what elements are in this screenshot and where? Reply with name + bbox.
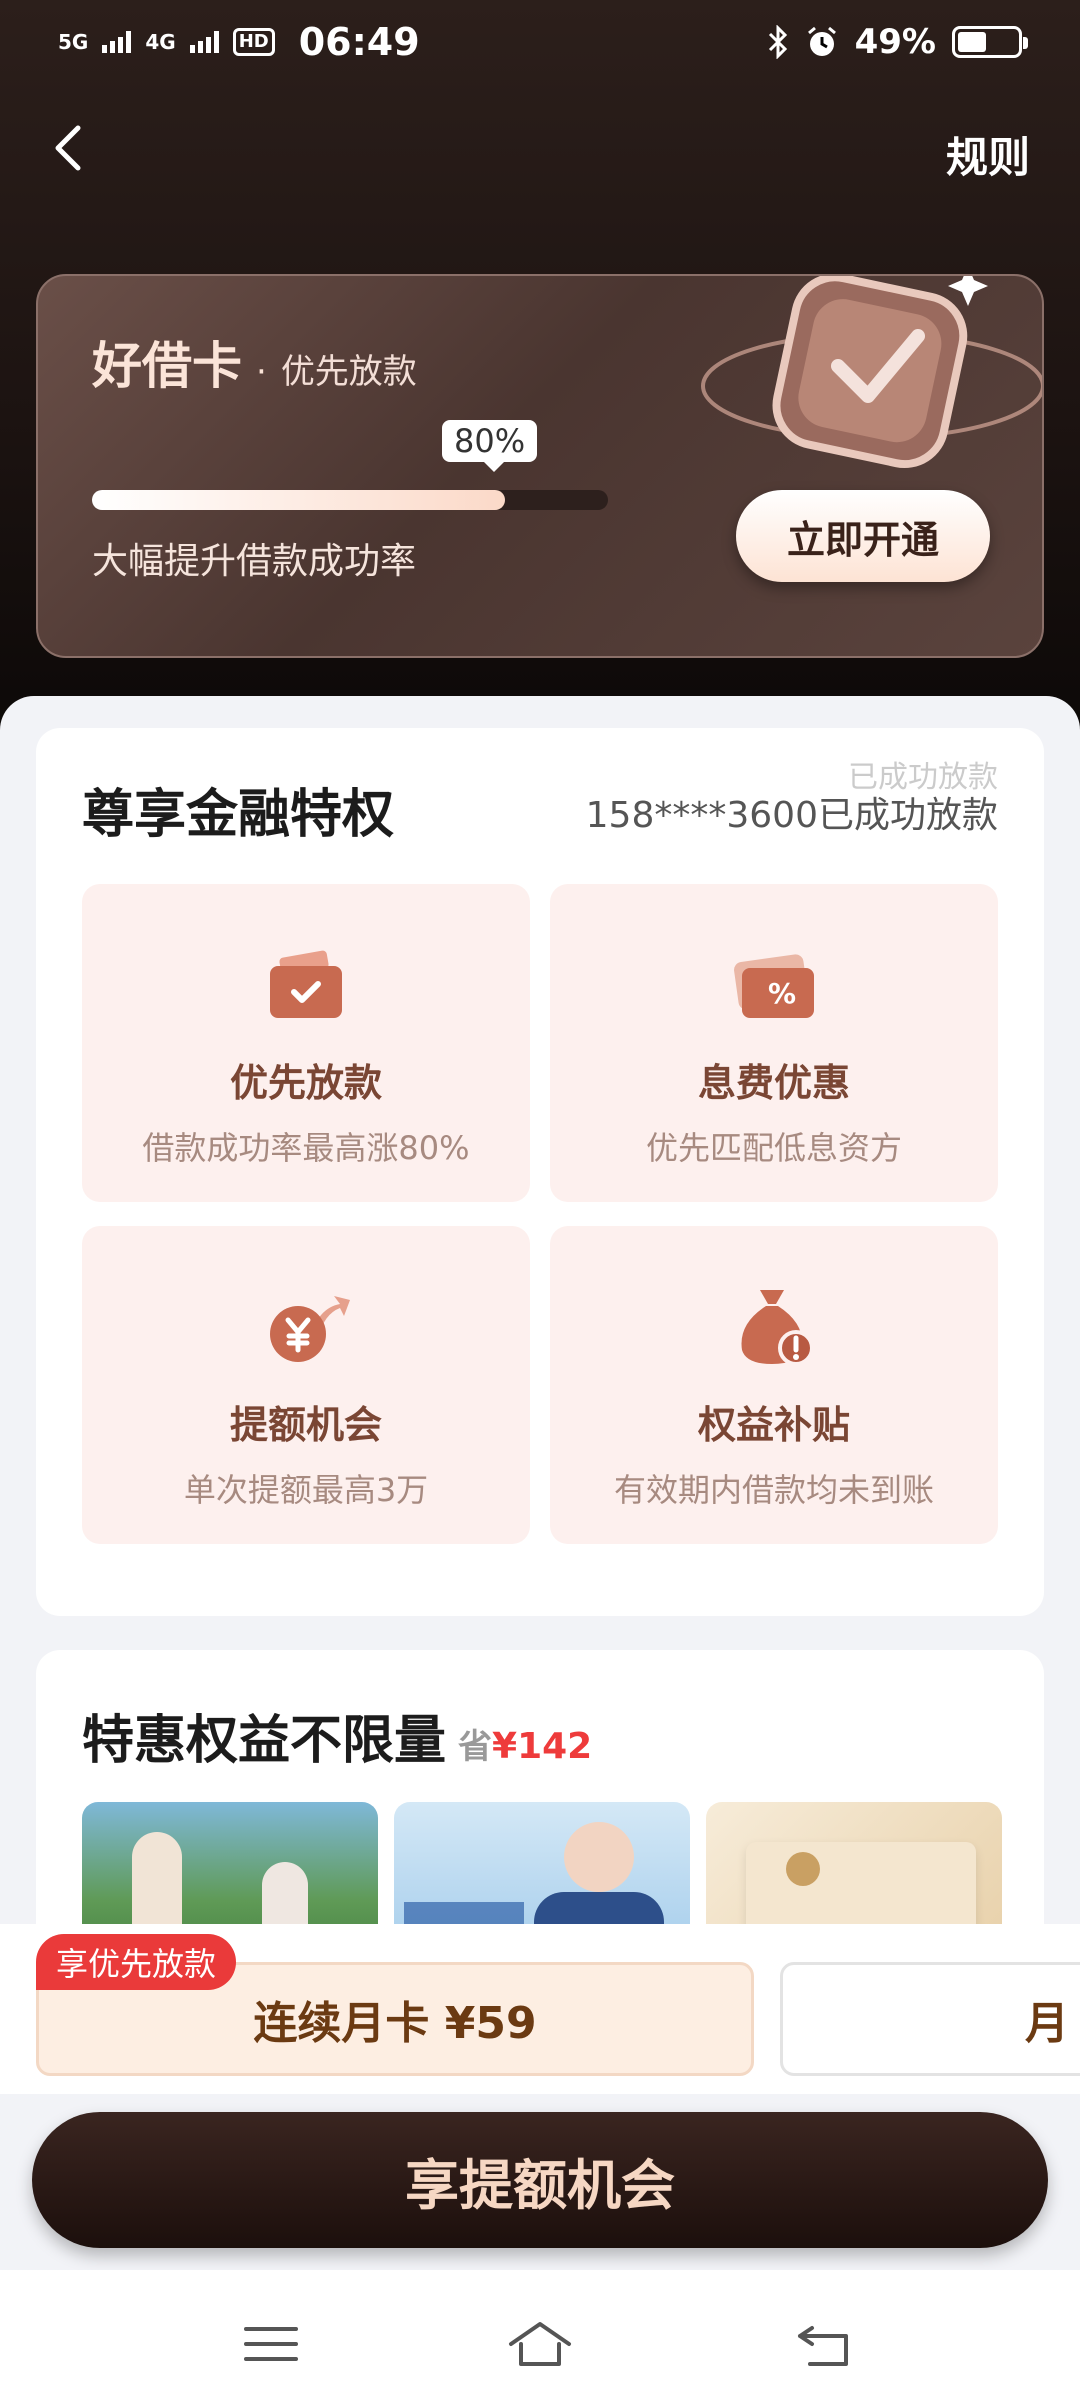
progress-bar: [92, 490, 608, 510]
deals-save-amount: ¥142: [492, 1726, 593, 1767]
vip-card: 好借卡 · 优先放款 80% 大幅提升借款成功率 立即开通: [36, 274, 1044, 658]
vip-separator: ·: [256, 352, 267, 392]
privilege-priority-loan[interactable]: 优先放款 借款成功率最高涨80%: [82, 884, 530, 1202]
battery-percent: 49%: [854, 22, 936, 62]
wallet-check-icon: [270, 950, 342, 1018]
battery-icon: [952, 26, 1028, 58]
rules-link[interactable]: 规则: [946, 124, 1030, 185]
svg-text:%: %: [768, 977, 796, 1010]
coupon-percent-icon: %: [734, 954, 814, 1018]
signal-bars-icon: [102, 31, 132, 53]
deals-save-prefix: 省: [458, 1727, 493, 1767]
privilege-name: 优先放款: [229, 1061, 382, 1105]
privilege-desc: 单次提额最高3万: [183, 1471, 429, 1509]
money-bag-alert-icon: [741, 1290, 814, 1366]
menu-icon[interactable]: [236, 2314, 306, 2374]
check-badge-icon: [701, 276, 1042, 469]
hd-icon: HD: [232, 28, 275, 56]
privilege-desc: 借款成功率最高涨80%: [142, 1129, 470, 1167]
status-bar: 5G 4G HD 06:49 49%: [0, 0, 1080, 84]
plan-selector: 连续月卡 ¥59 享优先放款 月: [0, 1924, 1080, 2094]
cta-button[interactable]: 享提额机会: [32, 2112, 1048, 2248]
vip-title: 好借卡 · 优先放款: [92, 326, 417, 398]
deals-title-text: 特惠权益不限量: [82, 1711, 447, 1771]
privilege-limit-raise[interactable]: 提额机会 单次提额最高3万: [82, 1226, 530, 1544]
privilege-name: 权益补贴: [697, 1403, 850, 1447]
privilege-name: 息费优惠: [697, 1061, 850, 1105]
vip-description: 大幅提升借款成功率: [92, 541, 417, 582]
ticker-previous: 已成功放款: [848, 760, 998, 795]
back-arrow-icon[interactable]: [40, 118, 100, 178]
progress-percent-badge: 80%: [442, 420, 538, 472]
yuan-arrow-icon: [270, 1296, 350, 1362]
signal-5g-label: 5G: [58, 30, 89, 54]
signal-bars-icon: [189, 31, 219, 53]
privilege-rate-discount[interactable]: % 息费优惠 优先匹配低息资方: [550, 884, 998, 1202]
status-right: 49%: [767, 22, 1028, 62]
deals-title: 特惠权益不限量 省 ¥142: [82, 1698, 592, 1773]
privilege-desc: 优先匹配低息资方: [645, 1129, 902, 1167]
status-time: 06:49: [298, 20, 420, 64]
system-nav-bar: [0, 2270, 1080, 2408]
vip-subtitle: 优先放款: [280, 352, 417, 392]
alarm-icon: [807, 26, 836, 56]
loan-ticker: 已成功放款 158****3600已成功放款: [585, 760, 998, 838]
progress-fill: [92, 490, 505, 510]
plan-option-second[interactable]: 月: [780, 1962, 1080, 2076]
privilege-name: 提额机会: [229, 1403, 382, 1447]
home-icon[interactable]: [505, 2314, 575, 2374]
ticker-text: 158****3600已成功放款: [585, 795, 998, 836]
status-left: 5G 4G HD 06:49: [58, 20, 420, 64]
signal-4g-label: 4G: [145, 30, 176, 54]
privileges-grid: 优先放款 借款成功率最高涨80% % 息费优惠 优先匹配低息资方 提额机会 单次…: [82, 884, 998, 1544]
vip-name: 好借卡: [92, 337, 242, 395]
privileges-card: 尊享金融特权 已成功放款 158****3600已成功放款 优先放款 借款成功率…: [36, 728, 1044, 1616]
priority-loan-tag: 享优先放款: [36, 1934, 237, 1990]
deals-card: 特惠权益不限量 省 ¥142: [36, 1650, 1044, 1950]
back-icon[interactable]: [790, 2314, 860, 2374]
privileges-title: 尊享金融特权: [82, 785, 395, 845]
activate-button[interactable]: 立即开通: [736, 490, 990, 582]
privilege-subsidy[interactable]: 权益补贴 有效期内借款均未到账: [550, 1226, 998, 1544]
bluetooth-icon: [768, 25, 787, 59]
privilege-desc: 有效期内借款均未到账: [613, 1471, 934, 1509]
